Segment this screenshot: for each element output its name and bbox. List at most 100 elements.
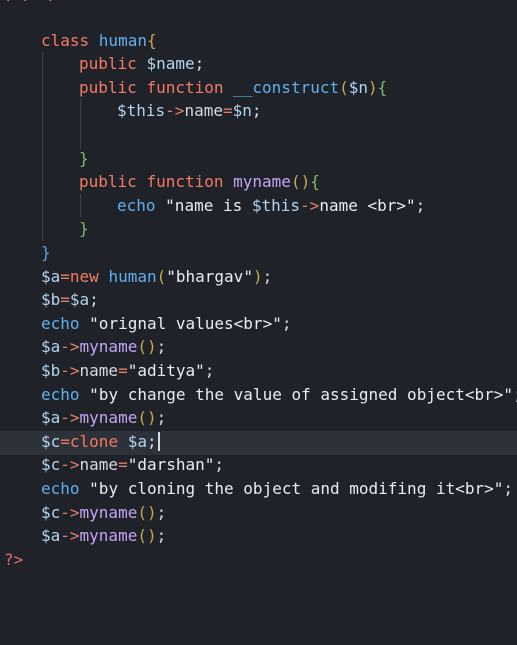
code-token: } <box>41 242 51 262</box>
code-line[interactable]: public $name; <box>79 52 204 76</box>
code-line[interactable]: echo "by cloning the object and modifing… <box>41 477 513 501</box>
code-token: public <box>79 54 147 74</box>
code-line[interactable]: public function __construct($n){ <box>79 76 387 100</box>
code-token: = <box>118 360 128 380</box>
code-token: "darshan" <box>127 455 215 475</box>
code-line[interactable]: $this->name=$n; <box>117 99 262 123</box>
code-token: ) <box>368 77 378 97</box>
code-token: ; <box>156 337 167 357</box>
code-token: -> <box>60 526 80 546</box>
code-token: ; <box>513 385 517 404</box>
code-token: ; <box>214 455 225 475</box>
code-line[interactable]: class human{ <box>41 29 157 53</box>
code-token: { <box>377 77 388 97</box>
code-token: name <box>79 455 119 475</box>
code-token: public <box>79 77 147 97</box>
code-token: ; <box>89 290 99 310</box>
code-token: ) <box>252 266 263 286</box>
code-line[interactable]: echo "by change the value of assigned ob… <box>41 383 517 407</box>
code-line[interactable]: } <box>79 217 89 241</box>
code-token: { <box>310 172 320 192</box>
code-token: myname <box>233 172 291 192</box>
code-token: myname <box>79 408 138 428</box>
code-editor[interactable]: · · · class human{ public $name; public … <box>0 0 517 645</box>
code-line[interactable]: $c->myname(); <box>41 501 166 525</box>
clipped-top-line: · · · <box>4 0 55 9</box>
code-token: -> <box>60 408 80 428</box>
code-token: = <box>60 290 70 310</box>
code-line[interactable]: $a->myname(); <box>41 406 166 430</box>
code-token: () <box>290 172 311 192</box>
code-token: $b <box>41 290 61 310</box>
code-line[interactable]: echo "name is $this->name <br>"; <box>117 194 425 218</box>
code-token: $a <box>41 408 61 428</box>
code-token: echo <box>41 313 90 333</box>
code-token: $c <box>41 455 61 475</box>
code-token: "orignal values<br>" <box>89 313 282 333</box>
code-line[interactable]: $b->name="aditya"; <box>41 359 214 383</box>
code-token: $a <box>127 431 147 451</box>
code-token: $n <box>348 77 369 97</box>
code-token: ; <box>251 101 262 121</box>
code-token: $n <box>232 101 252 121</box>
code-token: function <box>146 77 234 97</box>
code-token: human <box>98 30 147 50</box>
code-token: ( <box>339 77 349 97</box>
code-token: -> <box>60 502 80 522</box>
code-token: echo <box>41 384 90 404</box>
code-token: -> <box>60 337 80 357</box>
code-token: human <box>108 266 157 286</box>
code-token: myname <box>79 337 138 357</box>
code-line[interactable]: $c=clone $a; <box>41 430 160 454</box>
code-line[interactable]: } <box>79 147 89 171</box>
code-line[interactable]: ?> <box>4 548 23 572</box>
code-token: ; <box>156 408 167 428</box>
code-line[interactable]: $a=new human("bhargav"); <box>41 265 272 289</box>
code-token: echo <box>41 478 90 498</box>
code-token: echo <box>117 195 166 215</box>
code-token: $name <box>146 54 195 74</box>
code-token: ; <box>204 360 215 380</box>
code-token: () <box>137 408 157 428</box>
code-token: $a <box>41 526 61 546</box>
code-token: } <box>79 148 89 168</box>
code-token: $c <box>41 431 61 451</box>
code-line[interactable]: } <box>41 241 51 265</box>
code-token: ; <box>281 313 292 333</box>
code-token: $a <box>41 266 61 286</box>
code-token: function <box>146 172 234 192</box>
code-token: ; <box>156 502 167 522</box>
indent-guide <box>80 99 81 149</box>
code-token: clone <box>69 431 128 451</box>
code-token: -> <box>60 360 80 380</box>
code-token: "bhargav" <box>166 266 253 286</box>
code-token: ( <box>156 266 167 286</box>
code-token: ; <box>194 54 205 74</box>
code-token: $a <box>69 290 90 310</box>
code-line[interactable]: echo "orignal values<br>"; <box>41 312 291 336</box>
code-line[interactable]: $b=$a; <box>41 288 99 312</box>
code-token: = <box>60 431 70 451</box>
code-token: $this <box>251 195 301 215</box>
code-line[interactable]: $a->myname(); <box>41 524 166 548</box>
code-line[interactable]: $a->myname(); <box>41 335 166 359</box>
code-token: $c <box>41 502 61 522</box>
code-token: __construct <box>233 77 340 97</box>
code-token: = <box>222 101 233 121</box>
code-token: { <box>146 30 157 50</box>
code-token: public <box>79 172 147 192</box>
code-token: "by cloning the object and modifing it<b… <box>89 478 504 498</box>
code-token: ; <box>503 478 514 498</box>
code-token: "by change the value of assigned object<… <box>89 384 514 404</box>
code-token: class <box>41 30 99 50</box>
code-token: $b <box>41 360 61 380</box>
text-cursor <box>157 431 160 451</box>
code-token: new <box>69 266 109 286</box>
code-token: name <box>184 101 223 121</box>
indent-guide <box>80 194 81 217</box>
code-token: $a <box>41 337 61 357</box>
code-line[interactable]: $c->name="darshan"; <box>41 453 224 477</box>
code-line[interactable]: public function myname(){ <box>79 170 320 194</box>
code-token: = <box>118 455 128 475</box>
code-token: ; <box>415 195 426 215</box>
